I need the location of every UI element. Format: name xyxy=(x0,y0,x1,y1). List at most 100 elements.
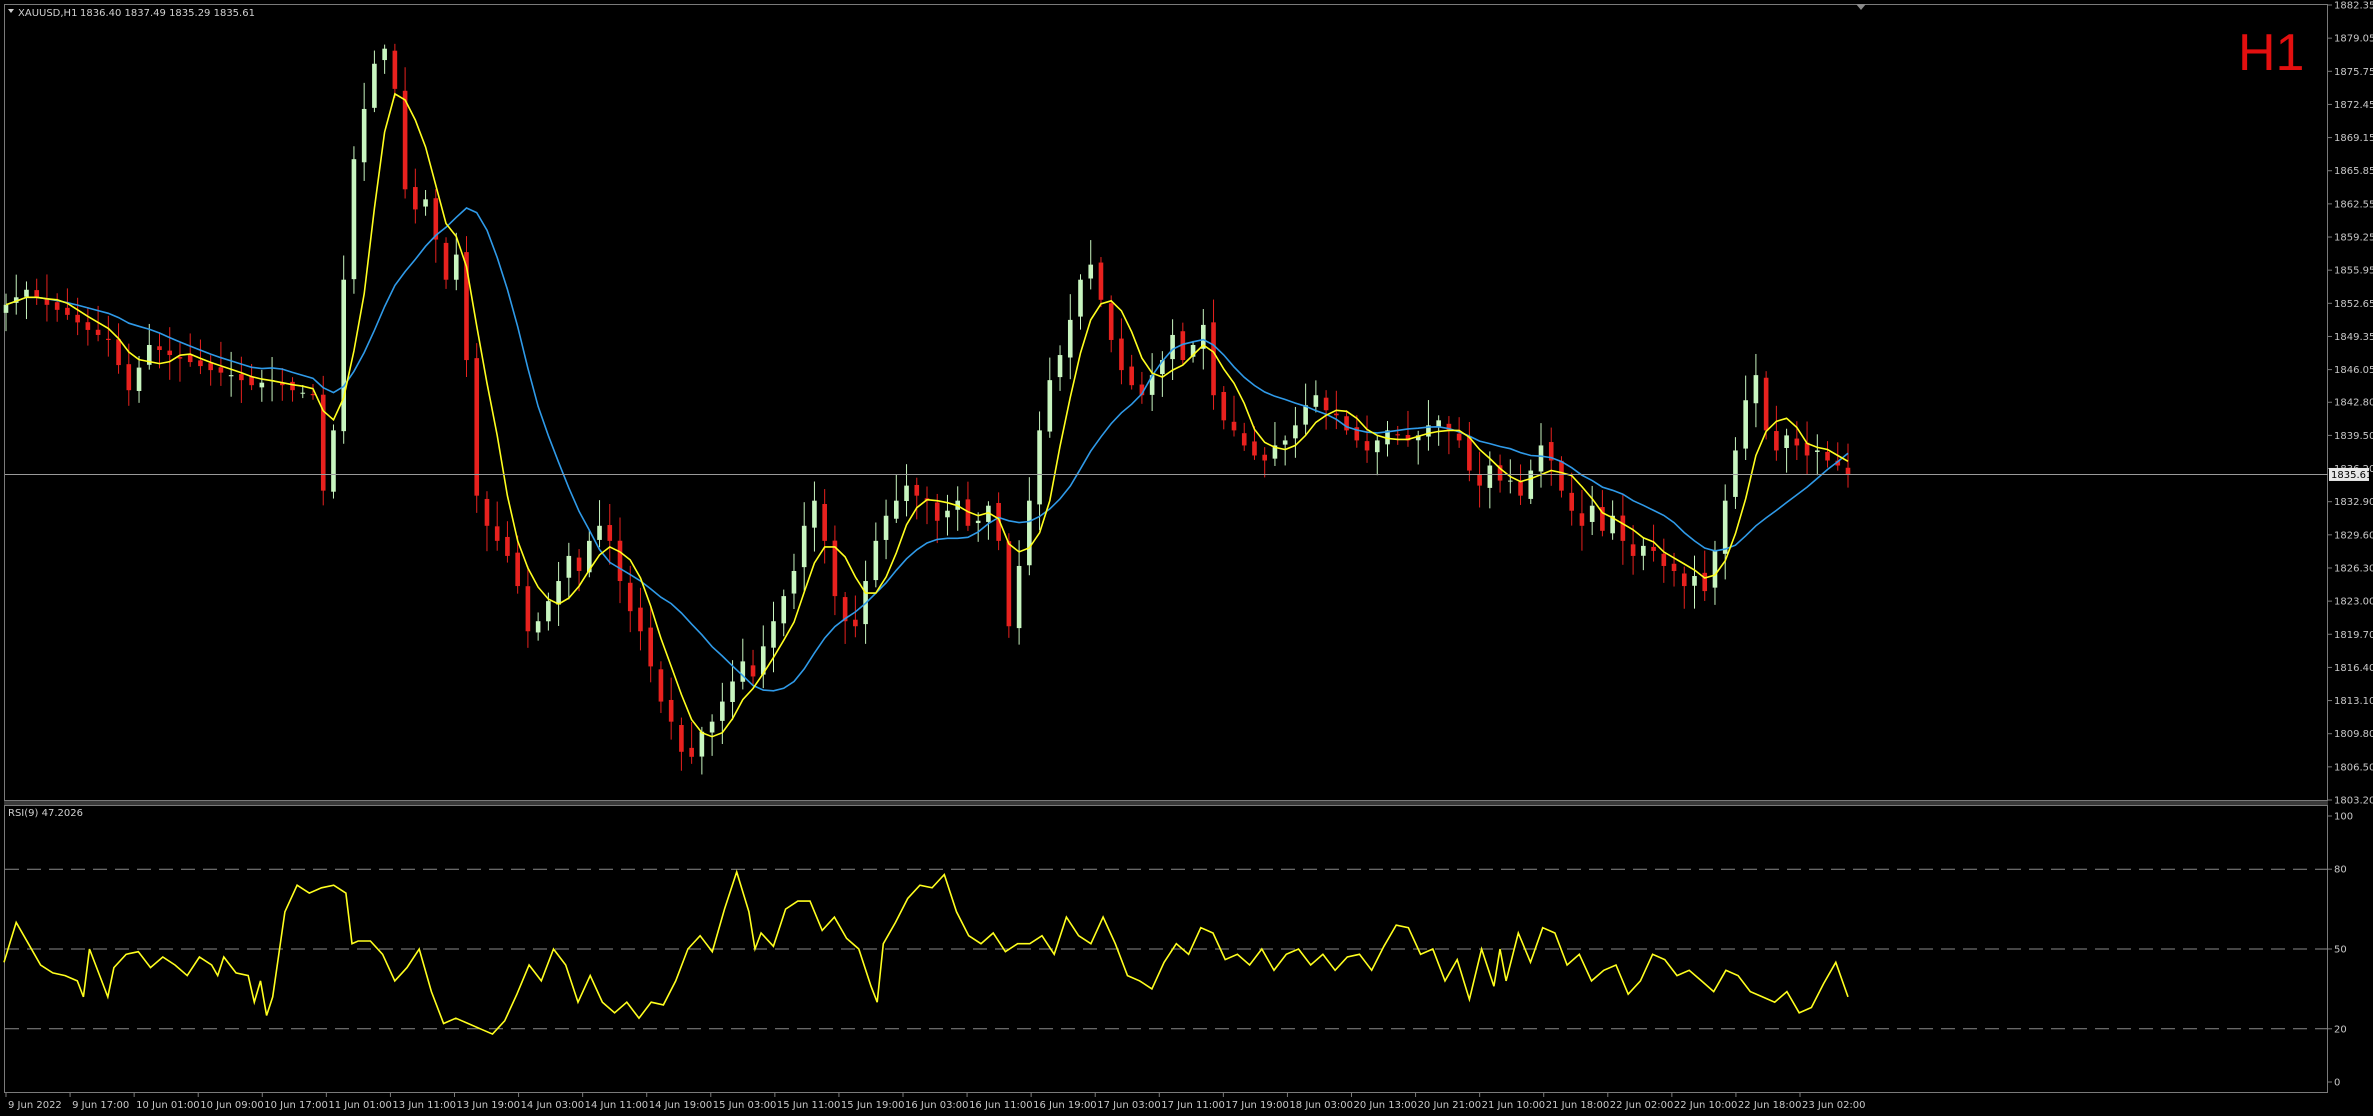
candle xyxy=(1569,472,1575,526)
time-tick-label: 22 Jun 02:00 xyxy=(1610,1100,1674,1111)
candle-body xyxy=(1702,572,1708,592)
candle xyxy=(709,714,715,756)
candle xyxy=(1344,410,1349,435)
candle-body xyxy=(1037,430,1042,505)
candle-body xyxy=(1231,421,1237,431)
candle xyxy=(791,553,797,610)
candle xyxy=(668,677,674,740)
candle xyxy=(331,424,336,499)
candle-body xyxy=(1293,425,1298,439)
triangle-down-icon[interactable] xyxy=(8,9,14,13)
candle-body xyxy=(914,484,920,496)
candle xyxy=(1323,390,1329,430)
candle-body xyxy=(443,242,449,280)
candle xyxy=(1743,375,1748,460)
trading-chart[interactable]: 1882.35 1879.05 1875.75 1872.45 1869.15 1865.… xyxy=(0,0,2373,1116)
candle-body xyxy=(177,357,183,359)
candle xyxy=(1722,484,1728,580)
candle-body xyxy=(617,540,623,582)
slow-moving-average-line xyxy=(5,207,1849,692)
candle xyxy=(1774,405,1779,461)
fast-moving-average-line xyxy=(5,92,1849,738)
candle xyxy=(1282,435,1288,466)
candle xyxy=(904,464,909,517)
candle xyxy=(597,500,602,548)
time-tick-label: 22 Jun 18:00 xyxy=(1738,1100,1802,1111)
rsi-tick-label: 0 xyxy=(2334,1078,2340,1089)
candle-body xyxy=(1733,450,1738,497)
candle-body xyxy=(1170,334,1175,360)
candle-body xyxy=(607,525,613,541)
price-tick-label: 1832.90 xyxy=(2334,497,2373,508)
candle-body xyxy=(1108,303,1114,340)
candle-body xyxy=(34,290,40,298)
candle-body xyxy=(709,721,715,733)
candle xyxy=(1364,415,1370,463)
candlestick-series xyxy=(3,43,1851,775)
candle-body xyxy=(1518,481,1523,496)
candle-body xyxy=(945,510,950,518)
candle xyxy=(1262,447,1268,478)
candle xyxy=(413,168,418,224)
candle xyxy=(801,502,807,591)
scroll-marker-icon[interactable] xyxy=(1856,4,1866,10)
candle xyxy=(1446,416,1452,455)
candle xyxy=(290,377,295,402)
candle xyxy=(1845,443,1851,488)
time-tick-label: 13 Jun 19:00 xyxy=(457,1100,521,1111)
candle xyxy=(1374,435,1380,476)
rsi-tick-label: 50 xyxy=(2334,945,2347,956)
time-tick-label: 14 Jun 03:00 xyxy=(521,1100,585,1111)
candle-body xyxy=(801,525,807,568)
time-tick-label: 11 Jun 01:00 xyxy=(328,1100,392,1111)
time-tick-label: 20 Jun 21:00 xyxy=(1418,1100,1482,1111)
candle-body xyxy=(750,665,756,677)
candle-body xyxy=(535,621,541,633)
candle-body xyxy=(1661,553,1667,566)
candle-body xyxy=(44,299,50,305)
candle xyxy=(1067,294,1073,380)
current-price-tag: 1835.61 xyxy=(2329,467,2372,481)
candle xyxy=(535,612,541,641)
time-tick-label: 10 Jun 17:00 xyxy=(264,1100,328,1111)
price-tick-label: 1852.65 xyxy=(2334,299,2373,310)
candle xyxy=(1221,386,1227,430)
candle xyxy=(1497,454,1503,493)
candle-body xyxy=(1477,474,1482,486)
time-tick-label: 22 Jun 10:00 xyxy=(1674,1100,1738,1111)
candle xyxy=(34,278,40,305)
price-tick-label: 1855.95 xyxy=(2334,266,2373,277)
main-chart-divider[interactable] xyxy=(4,801,2328,805)
candle-body xyxy=(157,346,162,351)
candle xyxy=(372,50,377,113)
candle xyxy=(975,512,981,542)
candle-body xyxy=(1467,436,1472,471)
candle-body xyxy=(331,430,336,492)
candle-body xyxy=(576,557,582,571)
candle-body xyxy=(1252,441,1257,456)
candle xyxy=(259,369,265,402)
candle-body xyxy=(1313,395,1319,407)
candle xyxy=(1016,540,1022,645)
candle-body xyxy=(361,108,367,163)
candle-body xyxy=(893,500,899,519)
candle xyxy=(1753,353,1759,428)
candle-body xyxy=(1282,440,1288,445)
candle xyxy=(1139,371,1145,404)
candle xyxy=(781,589,787,637)
candle-body xyxy=(402,90,408,190)
candle-body xyxy=(167,350,173,356)
candle xyxy=(914,477,920,520)
candle xyxy=(146,323,152,370)
rsi-indicator-label: RSI(9) 47.2026 xyxy=(8,808,83,819)
candle xyxy=(1027,477,1032,576)
price-tick-label: 1872.45 xyxy=(2334,100,2373,111)
price-tick-label: 1803.20 xyxy=(2334,796,2373,807)
candle xyxy=(505,521,510,563)
candle-body xyxy=(3,304,9,313)
candle-body xyxy=(1067,319,1073,358)
candle xyxy=(54,293,60,322)
candle-body xyxy=(597,525,602,540)
candle-body xyxy=(187,354,193,363)
candle-body xyxy=(453,254,459,280)
